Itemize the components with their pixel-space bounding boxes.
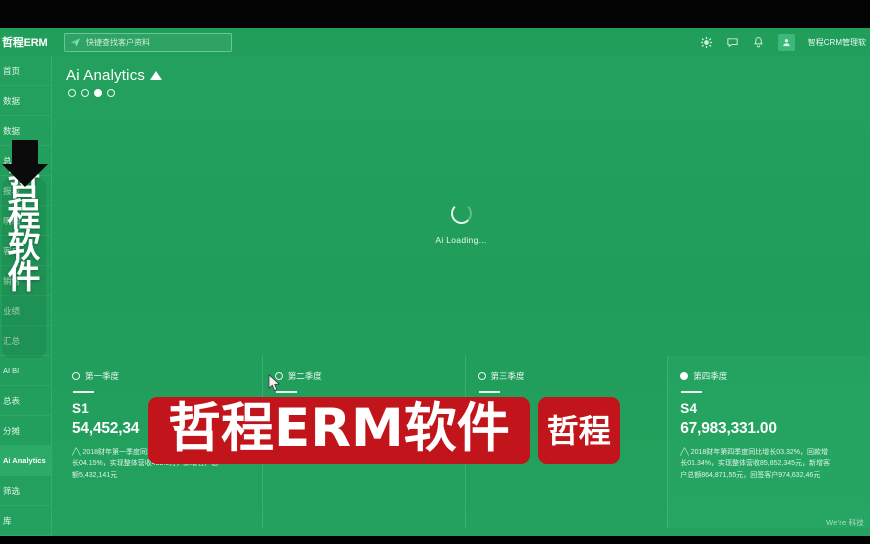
ai-loading-area: Ai Loading...	[52, 96, 870, 351]
trend-up-icon: ╱╲	[680, 449, 689, 456]
card-detail: ╱╲ 2018财年第四季度同比增长03.32%，回款增长01.34%，实现整体营收…	[680, 447, 830, 481]
card-quarter-label: 第一季度	[85, 371, 120, 381]
page-title-text: Ai Analytics	[66, 67, 146, 84]
divider	[681, 391, 703, 393]
panel-header: Ai Analytics	[66, 67, 163, 97]
sidebar-item-label: 首页	[3, 65, 21, 76]
sidebar-item-8[interactable]: 业绩	[0, 296, 51, 326]
card-quarter-label: 第四季度	[693, 371, 728, 381]
card-head: 第四季度	[680, 370, 858, 382]
sidebar-item-12[interactable]: 分摊	[0, 416, 51, 446]
sidebar-item-1[interactable]: 数据	[0, 86, 51, 116]
bell-icon[interactable]	[752, 36, 765, 49]
app-header: 哲程ERM 快捷查找客户资料 智程CRM管理软	[0, 28, 870, 56]
sidebar-item-3[interactable]: 总览	[0, 146, 51, 176]
card-amount: 67,983,331.00	[680, 420, 777, 437]
sidebar-item-label: Ai Analytics	[3, 456, 46, 465]
card-head: 第二季度	[274, 370, 453, 382]
divider	[478, 391, 500, 393]
sidebar-item-14[interactable]: 筛选	[0, 476, 51, 506]
sidebar-item-label: 分摊	[3, 425, 21, 436]
card-code: S4	[680, 401, 698, 416]
quarter-card-q1[interactable]: 第一季度 S1 54,452,34 ╱╲ 2018财年第一季度同比增长03.15%…	[60, 356, 263, 528]
quarter-card-q3[interactable]: 第三季度 S3	[465, 356, 669, 528]
search-placeholder-text: 快捷查找客户资料	[86, 37, 150, 47]
circle-outline-icon	[72, 372, 80, 380]
sidebar-item-6[interactable]: 客户	[0, 236, 51, 266]
sidebar-item-label: AI BI	[3, 366, 20, 375]
card-head: 第一季度	[72, 370, 250, 382]
sidebar-item-15[interactable]: 库	[0, 506, 51, 536]
sidebar-item-label: 库	[3, 515, 12, 526]
sidebar-item-ai-analytics[interactable]: Ai Analytics	[0, 446, 51, 476]
sidebar-item-label: 明细	[3, 215, 21, 226]
quarter-cards-row: 第一季度 S1 54,452,34 ╱╲ 2018财年第一季度同比增长03.15%…	[60, 356, 870, 528]
sidebar-item-4[interactable]: 报表	[0, 176, 51, 206]
card-quarter-label: 第二季度	[287, 371, 322, 381]
sidebar-item-0[interactable]: 首页	[0, 56, 51, 86]
trend-up-icon: ╱╲	[72, 449, 81, 456]
card-amount: 54,452,34	[72, 420, 140, 437]
sidebar-item-2[interactable]: 数据	[0, 116, 51, 146]
circle-outline-icon	[477, 372, 486, 380]
footer-note: We're 科技	[826, 518, 864, 527]
sidebar-item-label: 报表	[3, 185, 21, 196]
card-code: S2	[274, 401, 292, 416]
card-code: S1	[72, 401, 89, 416]
search-input[interactable]: 快捷查找客户资料	[64, 32, 232, 52]
spinner-icon	[450, 202, 472, 224]
quarter-card-q2[interactable]: 第二季度 S2	[262, 356, 466, 528]
card-head: 第三季度	[477, 370, 656, 382]
sidebar-item-label: 总表	[3, 395, 21, 406]
sidebar-item-label: 业绩	[3, 305, 21, 316]
sidebar-nav[interactable]: 首页 数据 数据 总览 报表 明细 客户 销售 业绩 汇总 AI BI 总表 分…	[0, 56, 52, 536]
card-detail-text: 2018财年第一季度同比增长03.15%，回款增长04.15%，实现整体营收43…	[72, 449, 220, 479]
user-avatar-icon	[782, 38, 790, 46]
loading-label: Ai Loading...	[435, 234, 487, 245]
card-detail-text: 2018财年第四季度同比增长03.32%，回款增长01.34%，实现整体营收85…	[680, 449, 831, 479]
sidebar-item-9[interactable]: 汇总	[0, 326, 51, 356]
screenshot-root: 哲程ERM 快捷查找客户资料 智程CRM管理软 首页 数据 数据 总览 报表 明…	[0, 0, 870, 544]
sidebar-item-label: 销售	[3, 275, 21, 286]
settings-icon[interactable]	[700, 36, 713, 49]
header-actions: 智程CRM管理软	[700, 33, 870, 51]
divider	[73, 391, 94, 393]
app-brand-title: 哲程ERM	[2, 37, 48, 49]
quarter-card-q4[interactable]: 第四季度 S4 67,983,331.00 ╱╲ 2018财年第四季度同比增长03…	[668, 356, 870, 528]
sidebar-item-7[interactable]: 销售	[0, 266, 51, 296]
chat-icon[interactable]	[726, 36, 739, 49]
avatar[interactable]	[777, 33, 795, 51]
circle-outline-icon	[274, 372, 283, 380]
sidebar-item-label: 数据	[3, 125, 21, 136]
card-detail: ╱╲ 2018财年第一季度同比增长03.15%，回款增长04.15%，实现整体营收…	[72, 447, 222, 481]
letterbox-top	[0, 0, 870, 28]
sidebar-item-label: 数据	[3, 95, 21, 106]
sidebar-item-5[interactable]: 明细	[0, 206, 51, 236]
sidebar-item-11[interactable]: 总表	[0, 386, 51, 416]
letterbox-bottom	[0, 536, 870, 544]
card-code: S3	[477, 401, 495, 416]
triangle-up-icon	[150, 71, 163, 80]
page-title: Ai Analytics	[66, 67, 163, 84]
crm-application: 哲程ERM 快捷查找客户资料 智程CRM管理软 首页 数据 数据 总览 报表 明…	[0, 28, 870, 536]
sidebar-item-label: 总览	[3, 155, 21, 166]
sidebar-item-label: 筛选	[3, 485, 21, 496]
divider	[275, 391, 297, 393]
main-content: Ai Analytics Ai Loading... 第一季度 S1 54,45…	[52, 56, 870, 536]
sidebar-item-label: 客户	[3, 245, 21, 256]
user-name-label: 智程CRM管理软	[807, 37, 866, 47]
card-quarter-label: 第三季度	[490, 371, 525, 381]
circle-filled-icon	[680, 372, 689, 380]
sidebar-item-label: 汇总	[3, 335, 21, 346]
sidebar-item-10[interactable]: AI BI	[0, 356, 51, 386]
paper-plane-icon	[70, 37, 81, 47]
